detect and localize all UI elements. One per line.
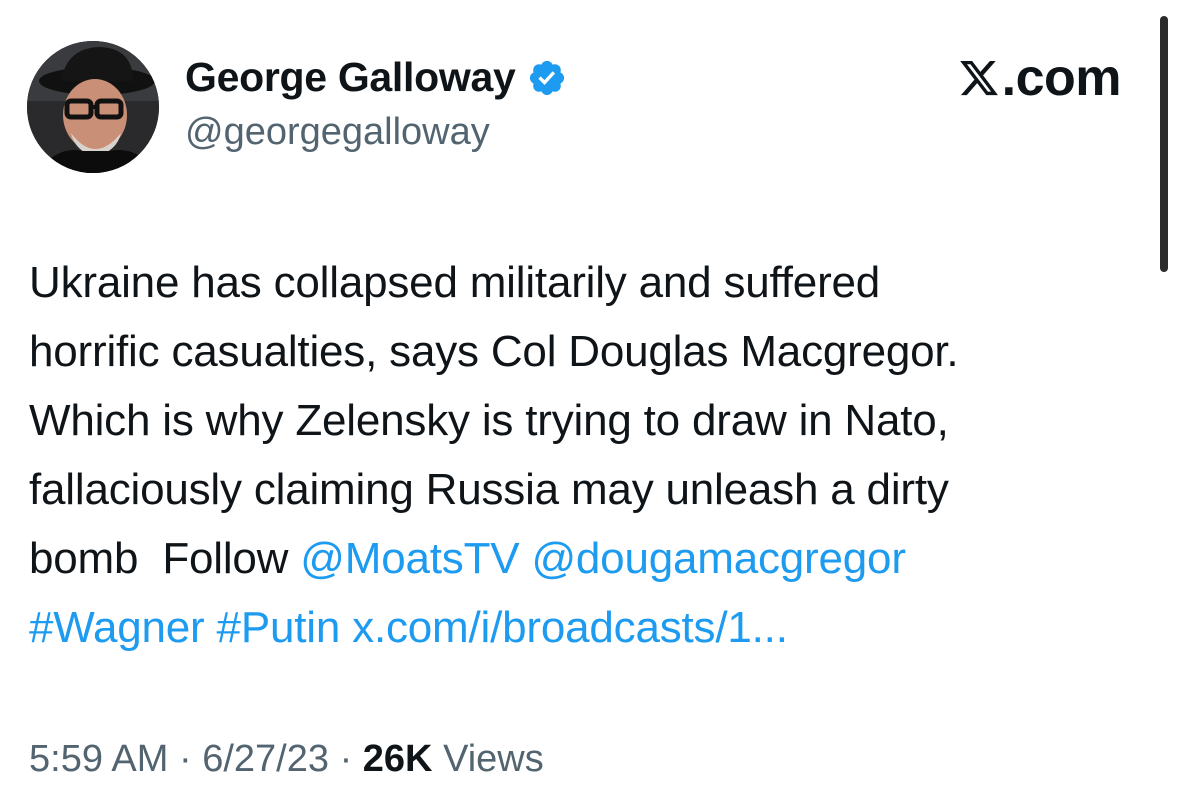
author-display-name[interactable]: George Galloway	[185, 54, 516, 101]
tweet-text-line: fallaciously claiming Russia may unleash…	[29, 465, 949, 514]
views-count[interactable]: 26K	[363, 738, 433, 780]
tweet-card: George Galloway @georgegalloway .com Ukr…	[0, 0, 1179, 805]
meta-separator: ·	[339, 738, 353, 780]
brand-domain: .com	[1001, 49, 1122, 107]
scrollbar[interactable]	[1160, 16, 1168, 272]
mention-dougamacgregor[interactable]: @dougamacgregor	[531, 534, 906, 583]
tweet-text-line: #Wagner #Putin x.com/i/broadcasts/1...	[29, 593, 1149, 662]
broadcast-link[interactable]: x.com/i/broadcasts/1...	[352, 603, 788, 652]
author-handle[interactable]: @georgegalloway	[185, 111, 490, 154]
tweet-time[interactable]: 5:59 AM	[29, 738, 168, 780]
x-logo-icon	[958, 55, 1000, 101]
hashtag-wagner[interactable]: #Wagner	[29, 603, 205, 652]
tweet-date[interactable]: 6/27/23	[202, 738, 329, 780]
tweet-text-line: bomb Follow @MoatsTV @dougamacgregor	[29, 524, 1149, 593]
tweet-text-line: Ukraine has collapsed militarily and suf…	[29, 258, 881, 307]
tweet-text-line: Which is why Zelensky is trying to draw …	[29, 396, 949, 445]
hashtag-putin[interactable]: #Putin	[217, 603, 341, 652]
avatar-image	[27, 41, 159, 173]
author-row: George Galloway	[185, 54, 567, 101]
verified-badge-icon[interactable]	[527, 58, 567, 98]
views-label: Views	[443, 738, 544, 780]
tweet-text-segment: bomb Follow	[29, 534, 301, 583]
tweet-text-line: horrific casualties, says Col Douglas Ma…	[29, 327, 959, 376]
meta-separator: ·	[178, 738, 192, 780]
brand-watermark: .com	[958, 49, 1122, 107]
avatar[interactable]	[27, 41, 159, 173]
tweet-meta: 5:59 AM · 6/27/23 · 26K Views	[29, 738, 544, 781]
mention-moatstv[interactable]: @MoatsTV	[300, 534, 519, 583]
tweet-text: Ukraine has collapsed militarily and suf…	[29, 248, 1149, 662]
